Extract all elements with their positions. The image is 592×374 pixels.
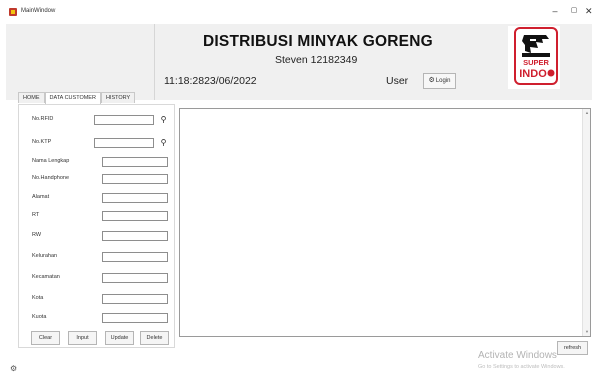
rw-input[interactable] [102, 231, 168, 241]
label-no-rfid: No.RFID [32, 116, 54, 122]
header-divider [154, 24, 155, 100]
kota-input[interactable] [102, 294, 168, 304]
label-kuota: Kuota [32, 314, 47, 320]
tab-bar: HOME DATA CUSTOMER HISTORY [18, 92, 136, 104]
minimize-button[interactable]: – [548, 4, 562, 18]
super-indo-logo: SUPER INDO [514, 27, 558, 85]
header-panel: DISTRIBUSI MINYAK GORENG Steven 12182349… [6, 24, 592, 100]
gear-icon: ⚙ [428, 77, 435, 84]
maximize-button[interactable]: ▢ [567, 4, 581, 18]
tab-history[interactable]: HISTORY [100, 92, 136, 103]
scroll-down-arrow-icon[interactable]: ▼ [583, 328, 591, 336]
vertical-scrollbar[interactable]: ▲ ▼ [582, 109, 590, 336]
delete-button[interactable]: Delete [140, 331, 169, 345]
login-button-label: Login [435, 78, 451, 84]
lion-emblem-icon: SUPER INDO [519, 35, 555, 80]
scroll-up-arrow-icon[interactable]: ▲ [583, 109, 591, 117]
login-button[interactable]: ⚙ Login [423, 73, 456, 89]
nama-lengkap-input[interactable] [102, 157, 168, 167]
no-rfid-input[interactable] [94, 115, 154, 125]
tab-home[interactable]: HOME [18, 92, 45, 103]
label-no-handphone: No.Handphone [32, 175, 70, 181]
datetime-label: 11:18:2823/06/2022 [164, 75, 257, 87]
search-icon: ⚲ [160, 115, 167, 124]
activate-windows-subtitle: Go to Settings to activate Windows. [478, 364, 565, 370]
clear-button[interactable]: Clear [31, 331, 60, 345]
logo-text-indo: INDO [519, 68, 547, 80]
label-rw: RW [32, 232, 42, 238]
kuota-input[interactable] [102, 313, 168, 323]
search-icon: ⚲ [160, 138, 167, 147]
kelurahan-input[interactable] [102, 252, 168, 262]
tab-data-customer[interactable]: DATA CUSTOMER [44, 92, 101, 104]
label-kelurahan: Kelurahan [32, 253, 58, 259]
refresh-button[interactable]: refresh [557, 341, 588, 355]
close-button[interactable]: ✕ [585, 4, 592, 18]
label-kota: Kota [32, 295, 44, 301]
window-title: MainWindow [21, 8, 56, 14]
rt-input[interactable] [102, 211, 168, 221]
label-rt: RT [32, 212, 40, 218]
activate-windows-title: Activate Windows [478, 350, 557, 361]
no-ktp-input[interactable] [94, 138, 154, 148]
label-kecamatan: Kecamatan [32, 274, 60, 280]
settings-icon: ⚙ [10, 364, 18, 373]
label-no-ktp: No.KTP [32, 139, 52, 145]
no-handphone-input[interactable] [102, 174, 168, 184]
kecamatan-input[interactable] [102, 273, 168, 283]
logo-text-super: SUPER [523, 58, 549, 67]
user-label: User [386, 75, 409, 87]
window-titlebar: MainWindow – ▢ ✕ [0, 0, 592, 24]
page-title: DISTRIBUSI MINYAK GORENG [203, 33, 433, 50]
rfid-search-button[interactable]: ⚲ [158, 114, 169, 125]
customer-data-view[interactable]: ▲ ▼ [179, 108, 591, 337]
customer-form-panel: No.RFID ⚲ No.KTP ⚲ Nama Lengkap No.Handp… [18, 104, 175, 348]
app-icon [9, 8, 17, 16]
update-button[interactable]: Update [105, 331, 134, 345]
ktp-search-button[interactable]: ⚲ [158, 137, 169, 148]
input-button[interactable]: Input [68, 331, 97, 345]
alamat-input[interactable] [102, 193, 168, 203]
label-nama-lengkap: Nama Lengkap [32, 158, 70, 164]
label-alamat: Alamat [32, 194, 50, 200]
page-subtitle: Steven 12182349 [275, 54, 358, 66]
